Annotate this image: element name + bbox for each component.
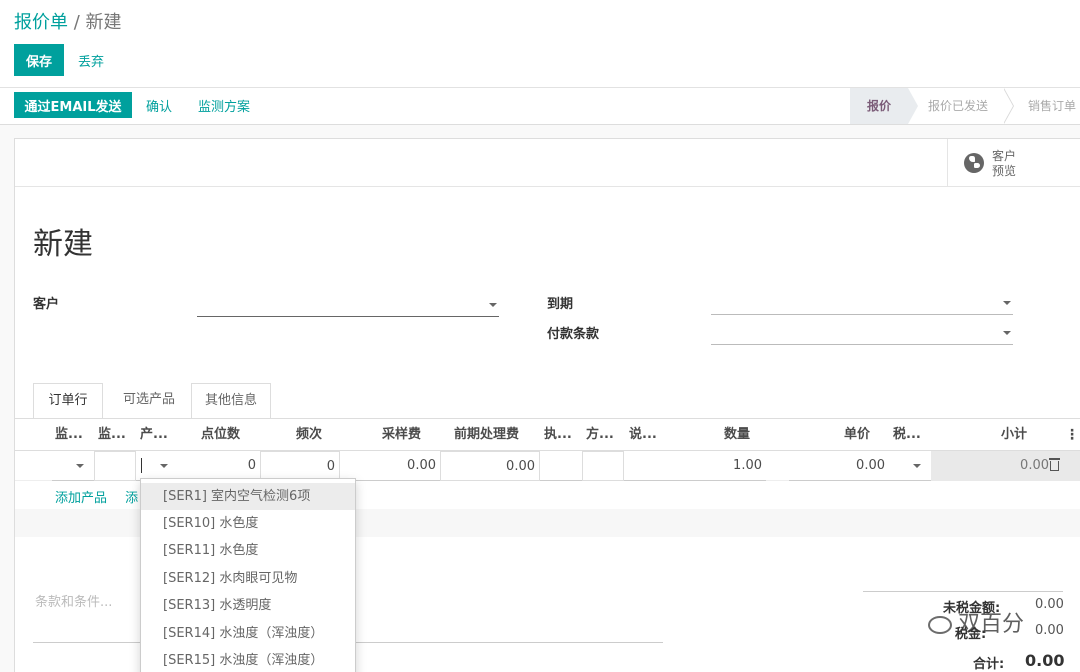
quantity-input[interactable]: 1.00 [666, 451, 766, 481]
customer-field[interactable] [197, 297, 499, 317]
table-row: 0 0 0.00 0.00 1.00 0.00 0.00 [15, 451, 1080, 481]
product-input[interactable] [136, 451, 180, 481]
breadcrumb-separator: / [73, 12, 80, 33]
send-by-email-button[interactable]: 通过EMAIL发送 [14, 92, 132, 118]
column-header[interactable]: 点位数 [201, 419, 240, 451]
caret-down-icon [913, 464, 921, 468]
dropdown-item[interactable]: [SER14] 水浊度（浑浊度） [141, 620, 355, 647]
tax-select[interactable] [889, 451, 931, 481]
dropdown-item[interactable]: [SER12] 水肉眼可见物 [141, 565, 355, 592]
sampling-fee-input[interactable]: 0.00 [340, 451, 440, 481]
tab-other-info[interactable]: 其他信息 [191, 383, 271, 419]
button-box: 客户 预览 [15, 139, 1080, 187]
control-panel: 报价单 / 新建 保存 丢弃 [0, 0, 1080, 88]
column-header[interactable]: 监... [55, 419, 83, 451]
points-input[interactable]: 0 [180, 451, 260, 481]
untaxed-amount-value: 0.00 [1035, 597, 1064, 612]
column-header[interactable]: 税... [893, 419, 921, 451]
confirm-button[interactable]: 确认 [146, 92, 172, 118]
kebab-icon[interactable]: ⋮ [1065, 419, 1079, 451]
pre-processing-fee-input[interactable]: 0.00 [440, 451, 540, 481]
document-title: 新建 [33, 227, 93, 262]
tab-optional-products[interactable]: 可选产品 [109, 383, 189, 419]
dropdown-item[interactable]: [SER15] 水浊度（浑浊度） [141, 647, 355, 672]
globe-icon [964, 153, 984, 173]
save-button[interactable]: 保存 [14, 44, 64, 76]
method-input[interactable] [582, 451, 624, 481]
monitoring-plan-button[interactable]: 监测方案 [198, 92, 250, 118]
expiry-label: 到期 [547, 297, 574, 312]
monitor-select[interactable] [52, 451, 94, 481]
breadcrumb-parent-link[interactable]: 报价单 [14, 12, 68, 33]
caret-down-icon [1003, 331, 1011, 335]
add-section-link[interactable]: 添 [125, 491, 138, 506]
caret-down-icon [76, 464, 84, 468]
caret-down-icon [1003, 301, 1011, 305]
customer-preview-button[interactable]: 客户 预览 [947, 139, 1080, 187]
column-header[interactable]: 方... [586, 419, 614, 451]
column-header[interactable]: 单价 [844, 419, 870, 451]
wechat-icon [928, 616, 952, 634]
customer-label: 客户 [33, 297, 60, 312]
stage-sales-order[interactable]: 销售订单 [1008, 88, 1076, 124]
column-header[interactable]: 频次 [296, 419, 322, 451]
dropdown-item[interactable]: [SER11] 水色度 [141, 537, 355, 564]
description-input[interactable] [624, 451, 666, 481]
monitor-item-select[interactable] [94, 451, 136, 481]
column-header[interactable]: 执... [544, 419, 572, 451]
watermark: 双百分 [928, 606, 1024, 638]
expiry-date-field[interactable] [711, 295, 1013, 315]
preview-label: 客户 预览 [992, 149, 1017, 178]
caret-down-icon [489, 303, 497, 307]
column-header[interactable]: 采样费 [382, 419, 421, 451]
column-header[interactable]: 说... [629, 419, 657, 451]
breadcrumb: 报价单 / 新建 [14, 8, 122, 34]
stage-quotation[interactable]: 报价 [850, 88, 908, 124]
breadcrumb-current: 新建 [85, 12, 122, 33]
frequency-input[interactable]: 0 [260, 451, 340, 481]
dropdown-item[interactable]: [SER1] 室内空气检测6项 [141, 483, 355, 510]
totals-divider [863, 591, 1063, 592]
column-header[interactable]: 数量 [724, 419, 750, 451]
column-header[interactable]: 小计 [1001, 419, 1027, 451]
caret-down-icon [160, 464, 168, 468]
execution-input[interactable] [540, 451, 582, 481]
column-header[interactable]: 监... [98, 419, 126, 451]
tax-value: 0.00 [1035, 623, 1064, 638]
add-line-links: 添加产品 添 [55, 487, 138, 506]
order-lines-header: 监... 监... 产... 点位数 频次 采样费 前期处理费 执... 方..… [15, 419, 1080, 451]
total-label: 合计: [973, 657, 1005, 672]
dropdown-item[interactable]: [SER13] 水透明度 [141, 592, 355, 619]
trash-icon[interactable] [1049, 458, 1060, 471]
statusbar: 通过EMAIL发送 确认 监测方案 报价 报价已发送 销售订单 [0, 88, 1080, 125]
total-value: 0.00 [1025, 651, 1065, 670]
stage-quotation-sent[interactable]: 报价已发送 [908, 88, 988, 124]
text-cursor [141, 458, 142, 473]
dropdown-item[interactable]: [SER10] 水色度 [141, 510, 355, 537]
payment-terms-field[interactable] [711, 325, 1013, 345]
product-autocomplete-dropdown: [SER1] 室内空气检测6项 [SER10] 水色度 [SER11] 水色度 … [140, 478, 356, 672]
discard-button[interactable]: 丢弃 [78, 44, 104, 76]
payment-terms-label: 付款条款 [547, 327, 600, 342]
tab-order-lines[interactable]: 订单行 [33, 383, 103, 419]
column-header[interactable]: 产... [140, 419, 168, 451]
terms-and-conditions-field[interactable]: 条款和条件... [35, 591, 112, 610]
unit-price-input[interactable]: 0.00 [789, 451, 889, 481]
column-header[interactable]: 前期处理费 [454, 419, 519, 451]
add-product-link[interactable]: 添加产品 [55, 491, 107, 506]
